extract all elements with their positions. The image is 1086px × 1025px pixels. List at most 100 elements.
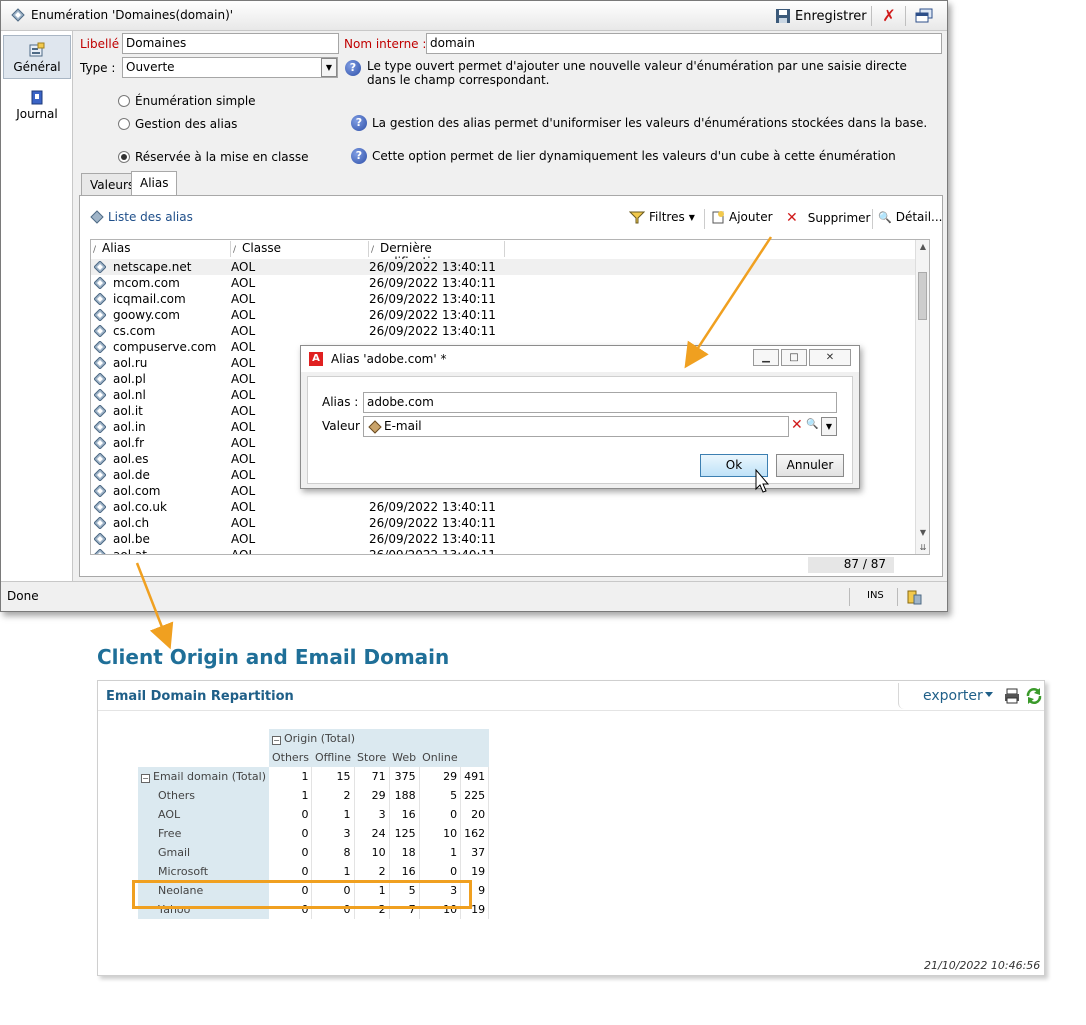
- help-icon: ?: [345, 60, 361, 76]
- close-icon[interactable]: ✗: [881, 7, 897, 25]
- row-label: Gmail: [138, 843, 269, 862]
- filters-button[interactable]: Filtres ▼: [629, 210, 695, 224]
- magnifier-icon[interactable]: 🔍: [806, 419, 818, 430]
- status-bar: Done INS: [1, 581, 947, 611]
- collapse-icon: −: [141, 774, 150, 783]
- add-button[interactable]: Ajouter: [711, 210, 773, 224]
- adobe-logo-icon: A: [309, 352, 323, 366]
- filter-icon: [629, 211, 645, 224]
- row-label: Others: [138, 786, 269, 805]
- alias-row-icon: [94, 309, 106, 321]
- refresh-icon[interactable]: [1025, 687, 1043, 705]
- ok-button[interactable]: Ok: [700, 454, 768, 477]
- pivot-cell: 5: [419, 786, 462, 805]
- alias-row-icon: [94, 453, 106, 465]
- table-row[interactable]: aol.ch AOL 26/09/2022 13:40:11: [91, 515, 929, 531]
- toolbar-separator: [704, 209, 705, 229]
- alias-label: Alias :: [322, 395, 359, 409]
- column-header-alias[interactable]: / Alias: [91, 241, 231, 257]
- record-count: 87 / 87: [808, 557, 894, 573]
- sidebar-item-general[interactable]: Général: [3, 35, 71, 79]
- chevron-down-icon[interactable]: ▼: [821, 417, 837, 436]
- table-row[interactable]: netscape.net AOL 26/09/2022 13:40:11: [91, 259, 929, 275]
- chevron-down-icon[interactable]: [985, 692, 993, 697]
- column-header-classe[interactable]: / Classe: [231, 241, 369, 257]
- dialog-body: Alias : adobe.com Valeur : E-mail ✕ 🔍 ▼ …: [307, 376, 853, 484]
- pivot-cell: 19: [460, 862, 490, 881]
- enumeration-value-icon: [368, 420, 382, 434]
- pivot-cell: 491: [460, 767, 490, 786]
- save-button[interactable]: Enregistrer: [775, 6, 867, 26]
- alias-row-icon: [94, 261, 106, 273]
- table-row[interactable]: aol.at AOL 26/09/2022 13:40:11: [91, 547, 929, 554]
- report-actions: exporter: [898, 683, 1044, 709]
- classe-cell: AOL: [231, 324, 256, 338]
- classe-cell: AOL: [231, 404, 256, 418]
- column-header-derniere-modification[interactable]: /Dernière modification: [369, 241, 505, 269]
- radio-gestion-alias[interactable]: Gestion des alias: [118, 117, 237, 131]
- tab-alias[interactable]: Alias: [131, 171, 178, 196]
- dialog-title: Alias 'adobe.com' *: [331, 352, 447, 366]
- magnifier-icon: 🔍: [878, 210, 892, 224]
- sidebar-item-journal[interactable]: Journal: [3, 83, 71, 127]
- export-button[interactable]: exporter: [923, 688, 983, 704]
- alias-row-icon: [94, 325, 106, 337]
- status-separator: [897, 588, 898, 606]
- alias-cell: cs.com: [113, 324, 156, 338]
- chevron-down-icon[interactable]: ▼: [321, 58, 337, 77]
- pivot-cell: 0: [419, 862, 462, 881]
- date-cell: 26/09/2022 13:40:11: [369, 260, 496, 274]
- floppy-icon: [776, 9, 790, 23]
- type-select[interactable]: Ouverte: [122, 57, 338, 78]
- radio-reservee-mise-en-classe[interactable]: Réservée à la mise en classe: [118, 150, 309, 164]
- enumeration-icon: [11, 8, 25, 22]
- radio-enumeration-simple[interactable]: Énumération simple: [118, 94, 256, 108]
- minimize-icon[interactable]: ▁: [753, 349, 779, 366]
- libelle-input[interactable]: Domaines: [122, 33, 339, 54]
- table-row[interactable]: goowy.com AOL 26/09/2022 13:40:11: [91, 307, 929, 323]
- pivot-cell: 71: [354, 767, 390, 786]
- table-row[interactable]: aol.be AOL 26/09/2022 13:40:11: [91, 531, 929, 547]
- reserve-help-text: Cette option permet de lier dynamiquemen…: [372, 149, 896, 163]
- print-icon[interactable]: [1003, 687, 1021, 705]
- restore-window-icon[interactable]: [915, 8, 933, 23]
- type-help-text: Le type ouvert permet d'ajouter une nouv…: [367, 59, 907, 87]
- table-row[interactable]: mcom.com AOL 26/09/2022 13:40:11: [91, 275, 929, 291]
- scroll-down-icon[interactable]: ▼: [916, 526, 929, 540]
- classe-cell: AOL: [231, 276, 256, 290]
- pivot-cell: 10: [354, 843, 390, 862]
- vertical-scrollbar[interactable]: ▲ ▼ ⇊: [915, 240, 929, 554]
- alias-input[interactable]: adobe.com: [363, 392, 837, 413]
- maximize-icon[interactable]: □: [781, 349, 807, 366]
- detail-button[interactable]: 🔍 Détail...: [878, 210, 943, 224]
- radio-label: Gestion des alias: [135, 117, 238, 131]
- table-row[interactable]: aol.co.uk AOL 26/09/2022 13:40:11: [91, 499, 929, 515]
- pivot-cell: 15: [311, 767, 355, 786]
- table-row[interactable]: icqmail.com AOL 26/09/2022 13:40:11: [91, 291, 929, 307]
- insert-mode-indicator: INS: [867, 590, 884, 601]
- scroll-thumb[interactable]: [918, 272, 927, 320]
- close-icon[interactable]: ✕: [809, 349, 851, 366]
- report-card: Email Domain Repartition exporter − Origi…: [97, 680, 1045, 976]
- date-cell: 26/09/2022 13:40:11: [369, 532, 496, 546]
- date-cell: 26/09/2022 13:40:11: [369, 516, 496, 530]
- row-group-header[interactable]: − Email domain (Total): [138, 767, 269, 786]
- nom-interne-input[interactable]: domain: [426, 33, 942, 54]
- valeur-input[interactable]: E-mail: [363, 416, 789, 437]
- scroll-end-icon[interactable]: ⇊: [916, 541, 929, 554]
- pivot-cell: 24: [354, 824, 390, 843]
- classe-cell: AOL: [231, 388, 256, 402]
- cancel-button[interactable]: Annuler: [776, 454, 844, 477]
- alias-toolbar: Liste des alias Filtres ▼ Ajouter ✕ Supp…: [80, 196, 943, 238]
- classe-cell: AOL: [231, 372, 256, 386]
- scroll-up-icon[interactable]: ▲: [916, 240, 929, 254]
- delete-button[interactable]: ✕ Supprimer: [786, 210, 870, 226]
- alias-cell: aol.ch: [113, 516, 150, 530]
- alias-cell: icqmail.com: [113, 292, 186, 306]
- column-group-header[interactable]: − Origin (Total): [268, 729, 489, 748]
- table-row[interactable]: cs.com AOL 26/09/2022 13:40:11: [91, 323, 929, 339]
- clear-value-icon[interactable]: ✕: [791, 417, 803, 433]
- classe-cell: AOL: [231, 452, 256, 466]
- column-header: Offline: [311, 748, 355, 767]
- report-timestamp: 21/10/2022 10:46:56: [924, 959, 1041, 972]
